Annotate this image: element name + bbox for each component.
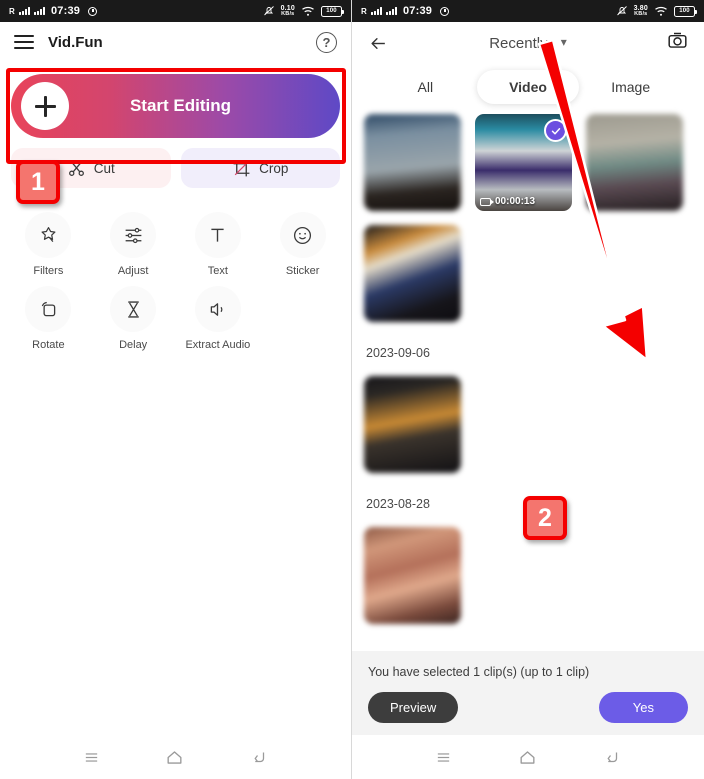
thumbnail-duration: 00:00:13 <box>480 196 535 207</box>
tool-sticker[interactable]: Sticker <box>260 204 345 278</box>
delay-icon <box>110 286 157 332</box>
extract-audio-icon <box>194 286 241 332</box>
thumbnail-item[interactable] <box>364 527 461 624</box>
wifi-icon <box>302 6 314 16</box>
back-icon[interactable] <box>603 748 621 766</box>
media-type-tabs: All Video Image <box>352 64 704 104</box>
back-arrow-icon[interactable] <box>367 34 390 53</box>
step-badge-2: 2 <box>523 496 567 540</box>
start-editing-label: Start Editing <box>129 96 232 115</box>
record-icon <box>88 6 98 16</box>
status-time: 07:39 <box>402 5 433 17</box>
sheet-buttons: Preview Yes <box>368 692 688 723</box>
tool-delay[interactable]: Delay <box>91 278 176 352</box>
right-status-bar: R 07:39 3.80 KB/s 100 <box>352 0 704 22</box>
record-icon <box>440 6 450 16</box>
gallery-album-selector[interactable]: Recently ▾ <box>352 35 704 52</box>
signal-icon-1 <box>370 7 382 15</box>
crop-icon <box>233 160 250 176</box>
tool-filters[interactable]: Filters <box>6 204 91 278</box>
tab-image[interactable]: Image <box>579 70 682 104</box>
thumbnail-item[interactable] <box>586 114 683 211</box>
tool-text[interactable]: Text <box>176 204 261 278</box>
tab-video[interactable]: Video <box>476 70 580 104</box>
tools-row-2: Rotate Delay Extract Audio <box>6 278 345 352</box>
date-section-header: 2023-09-06 <box>366 346 430 360</box>
dual-screenshot: R 07:39 0.10 KB/s 100 Vid.Fun ? Start Ed… <box>0 0 704 779</box>
tab-cut-label: Cut <box>93 160 115 176</box>
tool-sticker-label: Sticker <box>285 265 320 277</box>
back-icon[interactable] <box>250 748 268 766</box>
yes-button[interactable]: Yes <box>598 692 688 723</box>
tool-rotate[interactable]: Rotate <box>6 278 91 352</box>
media-grid: 00:00:13 2023-09-06 2023-08-28 <box>352 104 704 624</box>
tool-text-label: Text <box>207 265 228 277</box>
left-android-navbar <box>0 735 351 779</box>
right-phone-screen: R 07:39 3.80 KB/s 100 Recently ▾ All Vid… <box>352 0 704 779</box>
selected-check-icon <box>544 119 567 142</box>
sticker-icon <box>279 212 326 258</box>
tool-adjust-label: Adjust <box>117 265 149 277</box>
tool-extract-audio[interactable]: Extract Audio <box>176 278 261 352</box>
battery-icon: 100 <box>674 5 697 17</box>
adjust-icon <box>110 212 157 258</box>
tool-empty-slot <box>260 278 345 352</box>
tab-crop[interactable]: Crop <box>180 148 340 188</box>
battery-icon: 100 <box>321 5 344 17</box>
status-time: 07:39 <box>50 5 81 17</box>
tools-row-1: Filters Adjust Text Sticker <box>6 204 345 278</box>
wifi-icon <box>655 6 667 16</box>
camera-icon[interactable] <box>666 30 689 56</box>
gallery-header: Recently ▾ <box>352 22 704 64</box>
home-icon[interactable] <box>165 748 184 767</box>
right-android-navbar <box>352 735 704 779</box>
step-badge-1: 1 <box>16 160 60 204</box>
start-editing-button[interactable]: Start Editing <box>11 74 340 138</box>
carrier-label: R <box>361 6 367 16</box>
start-editing-section: Start Editing <box>0 62 351 138</box>
help-circle-icon[interactable]: ? <box>316 31 337 53</box>
filters-icon <box>25 212 72 258</box>
selection-bottom-sheet: You have selected 1 clip(s) (up to 1 cli… <box>352 651 704 735</box>
selection-message: You have selected 1 clip(s) (up to 1 cli… <box>368 665 590 679</box>
tab-crop-label: Crop <box>259 160 289 176</box>
thumbnail-item-selected[interactable]: 00:00:13 <box>475 114 572 211</box>
bell-mute-icon <box>263 6 274 16</box>
app-header: Vid.Fun ? <box>0 22 351 62</box>
tools-grid: Filters Adjust Text Sticker Rotate Delay… <box>0 188 351 352</box>
signal-icon-1 <box>18 7 30 15</box>
preview-button[interactable]: Preview <box>368 692 459 723</box>
tool-extract-audio-label: Extract Audio <box>185 339 251 351</box>
bell-mute-icon <box>616 6 627 16</box>
cut-icon <box>68 161 84 176</box>
left-status-bar: R 07:39 0.10 KB/s 100 <box>0 0 351 22</box>
tool-delay-label: Delay <box>119 339 148 351</box>
thumbnail-item[interactable] <box>364 376 461 473</box>
recents-icon[interactable] <box>83 749 100 766</box>
gallery-album-label: Recently <box>489 34 548 52</box>
video-camera-icon <box>480 197 494 206</box>
plus-icon <box>21 82 69 130</box>
signal-icon-2 <box>385 7 397 15</box>
carrier-label: R <box>9 6 15 16</box>
page-title: Vid.Fun <box>48 33 103 51</box>
tab-all[interactable]: All <box>374 70 477 104</box>
signal-icon-2 <box>33 7 45 15</box>
tool-adjust[interactable]: Adjust <box>91 204 176 278</box>
network-speed: 0.10 KB/s <box>280 4 295 17</box>
rotate-icon <box>25 286 72 332</box>
network-speed: 3.80 KB/s <box>633 4 648 17</box>
recents-icon[interactable] <box>435 749 452 766</box>
thumbnail-item[interactable] <box>364 225 461 322</box>
tool-rotate-label: Rotate <box>32 339 65 351</box>
home-icon[interactable] <box>518 748 537 767</box>
chevron-down-icon: ▾ <box>560 34 567 49</box>
tool-filters-label: Filters <box>33 265 64 277</box>
thumbnail-item[interactable] <box>364 114 461 211</box>
text-icon <box>194 212 241 258</box>
hamburger-icon[interactable] <box>14 35 34 49</box>
left-phone-screen: R 07:39 0.10 KB/s 100 Vid.Fun ? Start Ed… <box>0 0 352 779</box>
